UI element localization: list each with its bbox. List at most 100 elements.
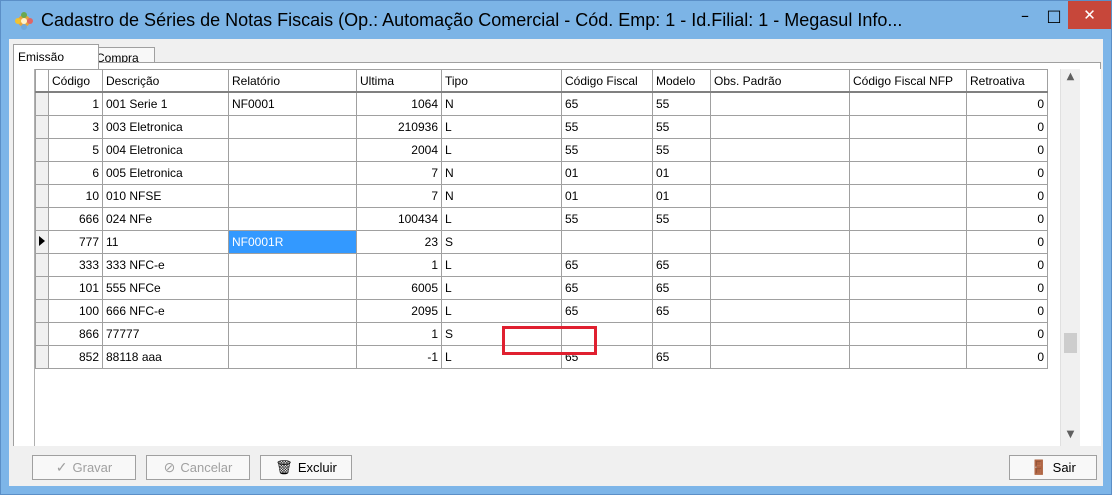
cell-relatorio[interactable] xyxy=(228,184,357,208)
cell-codigo-fiscal[interactable]: 65 xyxy=(561,299,653,323)
table-row[interactable]: 1 001 Serie 1 NF0001 1064 N 65 55 0 xyxy=(35,91,1048,116)
scroll-thumb[interactable] xyxy=(1064,333,1077,353)
cell-modelo[interactable]: 65 xyxy=(652,253,711,277)
row-indicator[interactable] xyxy=(35,322,49,346)
cell-retroativa[interactable]: 0 xyxy=(966,276,1048,300)
header-relatorio[interactable]: Relatório xyxy=(228,69,357,93)
cell-ultima[interactable]: -1 xyxy=(356,345,442,369)
cell-codigo-fiscal[interactable]: 01 xyxy=(561,161,653,185)
cell-ultima[interactable]: 1 xyxy=(356,253,442,277)
cell-obs-padrao[interactable] xyxy=(710,115,850,139)
cell-obs-padrao[interactable] xyxy=(710,138,850,162)
cell-retroativa[interactable]: 0 xyxy=(966,299,1048,323)
cell-descricao[interactable]: 004 Eletronica xyxy=(102,138,229,162)
cell-modelo[interactable]: 55 xyxy=(652,207,711,231)
cell-obs-padrao[interactable] xyxy=(710,276,850,300)
cell-codigo-fiscal[interactable]: 65 xyxy=(561,276,653,300)
cell-descricao[interactable]: 88118 aaa xyxy=(102,345,229,369)
table-row[interactable]: 100 666 NFC-e 2095 L 65 65 0 xyxy=(35,299,1048,323)
row-indicator[interactable] xyxy=(35,138,49,162)
row-indicator[interactable] xyxy=(35,345,49,369)
cell-codigo-fiscal-nfp[interactable] xyxy=(849,207,967,231)
cell-codigo[interactable]: 5 xyxy=(48,138,103,162)
scroll-down-icon[interactable]: ▼ xyxy=(1061,429,1080,446)
cell-modelo[interactable]: 65 xyxy=(652,299,711,323)
cell-obs-padrao[interactable] xyxy=(710,91,850,116)
cell-ultima[interactable]: 1064 xyxy=(356,91,442,116)
row-indicator[interactable] xyxy=(35,115,49,139)
sair-button[interactable]: 🚪 Sair xyxy=(1009,455,1097,480)
vertical-scrollbar[interactable]: ▲ ▼ xyxy=(1060,69,1080,447)
cell-obs-padrao[interactable] xyxy=(710,253,850,277)
table-row[interactable]: 3 003 Eletronica 210936 L 55 55 0 xyxy=(35,115,1048,139)
cell-descricao[interactable]: 11 xyxy=(102,230,229,254)
header-retroativa[interactable]: Retroativa xyxy=(966,69,1048,93)
cell-relatorio[interactable] xyxy=(228,253,357,277)
cell-retroativa[interactable]: 0 xyxy=(966,91,1048,116)
cell-codigo[interactable]: 3 xyxy=(48,115,103,139)
maximize-button[interactable]: □ xyxy=(1040,1,1068,29)
cell-retroativa[interactable]: 0 xyxy=(966,253,1048,277)
cell-codigo[interactable]: 866 xyxy=(48,322,103,346)
cell-relatorio[interactable] xyxy=(228,138,357,162)
series-grid[interactable]: Código Descrição Relatório Ultima Tipo C… xyxy=(34,69,1101,453)
tab-emissao[interactable]: Emissão xyxy=(13,44,99,69)
cell-modelo[interactable]: 55 xyxy=(652,91,711,116)
cell-obs-padrao[interactable] xyxy=(710,230,850,254)
row-indicator[interactable] xyxy=(35,276,49,300)
cell-modelo[interactable]: 55 xyxy=(652,138,711,162)
cell-ultima[interactable]: 7 xyxy=(356,184,442,208)
cell-descricao[interactable]: 666 NFC-e xyxy=(102,299,229,323)
cell-codigo-fiscal-nfp[interactable] xyxy=(849,91,967,116)
cell-tipo[interactable]: L xyxy=(441,299,562,323)
cell-retroativa[interactable]: 0 xyxy=(966,161,1048,185)
row-indicator[interactable] xyxy=(35,184,49,208)
cell-tipo[interactable]: L xyxy=(441,253,562,277)
minimize-button[interactable]: – xyxy=(1010,1,1040,29)
cell-codigo-fiscal-nfp[interactable] xyxy=(849,322,967,346)
cell-tipo[interactable]: S xyxy=(441,230,562,254)
cell-descricao[interactable]: 010 NFSE xyxy=(102,184,229,208)
cell-codigo-fiscal[interactable]: 01 xyxy=(561,184,653,208)
cell-ultima[interactable]: 6005 xyxy=(356,276,442,300)
cell-descricao[interactable]: 003 Eletronica xyxy=(102,115,229,139)
header-descricao[interactable]: Descrição xyxy=(102,69,229,93)
cancelar-button[interactable]: ⊘ Cancelar xyxy=(146,455,250,480)
cell-obs-padrao[interactable] xyxy=(710,161,850,185)
cell-ultima[interactable]: 100434 xyxy=(356,207,442,231)
cell-codigo-fiscal-nfp[interactable] xyxy=(849,276,967,300)
cell-codigo-fiscal-nfp[interactable] xyxy=(849,115,967,139)
header-ultima[interactable]: Ultima xyxy=(356,69,442,93)
cell-codigo-fiscal-nfp[interactable] xyxy=(849,299,967,323)
cell-obs-padrao[interactable] xyxy=(710,299,850,323)
cell-obs-padrao[interactable] xyxy=(710,207,850,231)
cell-tipo[interactable]: N xyxy=(441,161,562,185)
cell-codigo-fiscal[interactable] xyxy=(561,230,653,254)
scroll-up-icon[interactable]: ▲ xyxy=(1061,71,1080,88)
cell-obs-padrao[interactable] xyxy=(710,184,850,208)
cell-tipo[interactable]: N xyxy=(441,184,562,208)
cell-codigo[interactable]: 852 xyxy=(48,345,103,369)
cell-modelo[interactable]: 55 xyxy=(652,115,711,139)
cell-codigo-fiscal-nfp[interactable] xyxy=(849,345,967,369)
cell-obs-padrao[interactable] xyxy=(710,345,850,369)
cell-codigo-fiscal[interactable]: 65 xyxy=(561,91,653,116)
cell-codigo-fiscal-nfp[interactable] xyxy=(849,138,967,162)
cell-modelo[interactable]: 01 xyxy=(652,161,711,185)
cell-modelo[interactable]: 65 xyxy=(652,276,711,300)
cell-codigo-fiscal-nfp[interactable] xyxy=(849,230,967,254)
cell-descricao[interactable]: 001 Serie 1 xyxy=(102,91,229,116)
row-indicator[interactable] xyxy=(35,207,49,231)
cell-modelo[interactable] xyxy=(652,230,711,254)
excluir-button[interactable]: 🗑 Excluir xyxy=(260,455,352,480)
cell-relatorio[interactable]: NF0001R xyxy=(228,230,357,254)
cell-tipo[interactable]: L xyxy=(441,138,562,162)
cell-relatorio[interactable] xyxy=(228,345,357,369)
cell-codigo[interactable]: 10 xyxy=(48,184,103,208)
cell-modelo[interactable] xyxy=(652,322,711,346)
table-row[interactable]: 5 004 Eletronica 2004 L 55 55 0 xyxy=(35,138,1048,162)
cell-codigo[interactable]: 6 xyxy=(48,161,103,185)
cell-retroativa[interactable]: 0 xyxy=(966,230,1048,254)
cell-retroativa[interactable]: 0 xyxy=(966,322,1048,346)
cell-codigo[interactable]: 100 xyxy=(48,299,103,323)
